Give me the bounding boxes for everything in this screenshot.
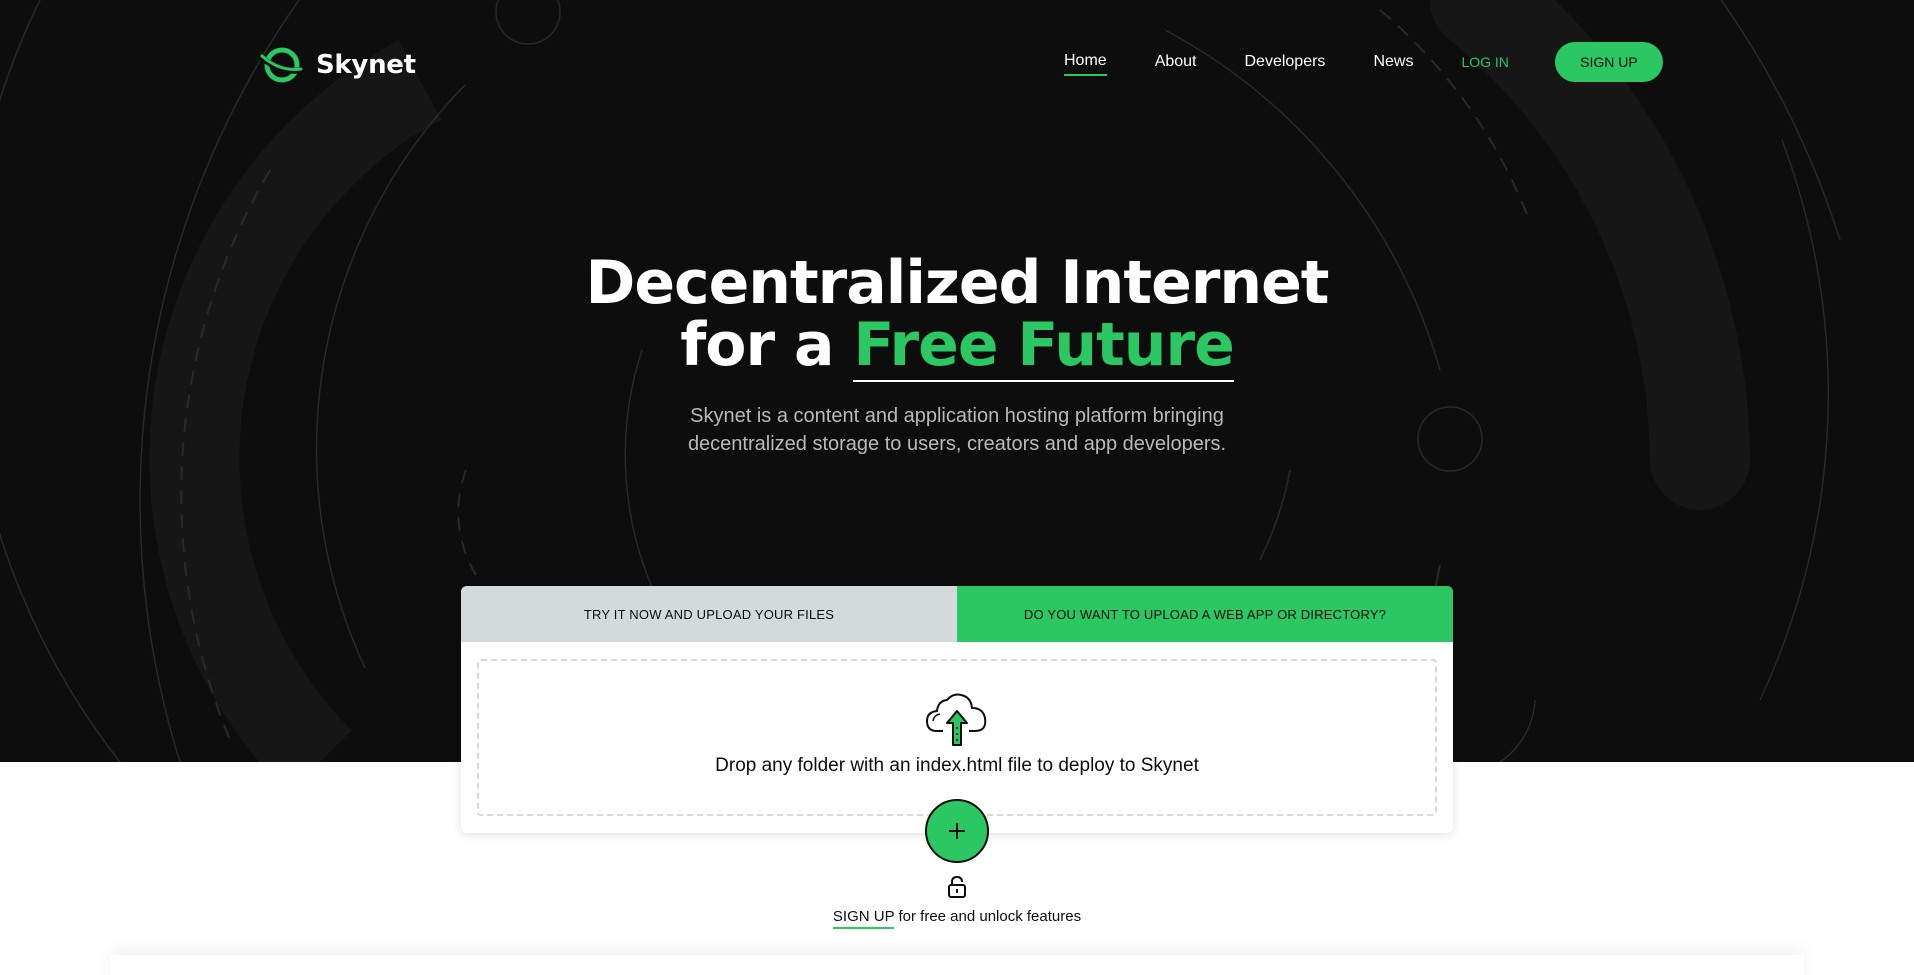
headline-line-1: Decentralized Internet [585, 248, 1330, 318]
main-nav: Home About Developers News LOG IN SIGN U… [1064, 42, 1663, 82]
hero-subtitle: Skynet is a content and application host… [687, 405, 1227, 455]
signup-prompt-link[interactable]: SIGN UP [832, 908, 895, 929]
signup-prompt-text: for free and unlock features [894, 908, 1082, 925]
plus-icon [949, 823, 965, 839]
cloud-upload-icon [926, 693, 987, 746]
hero-headline: Decentralized Internet for a Free Future [0, 252, 1914, 382]
upload-tabs: TRY IT NOW AND UPLOAD YOUR FILES DO YOU … [461, 586, 1453, 642]
headline-accent: Free Future [853, 310, 1235, 382]
drop-zone[interactable]: Drop any folder with an index.html file … [477, 659, 1437, 816]
login-link[interactable]: LOG IN [1461, 54, 1508, 74]
upload-card: TRY IT NOW AND UPLOAD YOUR FILES DO YOU … [461, 586, 1453, 833]
signup-button[interactable]: SIGN UP [1554, 42, 1663, 82]
nav-news[interactable]: News [1373, 53, 1413, 75]
nav-about[interactable]: About [1155, 53, 1197, 75]
headline-line-2-prefix: for a [680, 310, 854, 380]
unlock-icon [948, 876, 966, 898]
tab-upload-webapp[interactable]: DO YOU WANT TO UPLOAD A WEB APP OR DIREC… [957, 586, 1453, 642]
signup-prompt: SIGN UP for free and unlock features [0, 908, 1914, 929]
skynet-logo-icon [258, 47, 303, 83]
tab-upload-files[interactable]: TRY IT NOW AND UPLOAD YOUR FILES [461, 586, 957, 642]
brand-name: Skynet [316, 50, 416, 80]
nav-developers[interactable]: Developers [1245, 53, 1326, 75]
next-section-edge [110, 955, 1804, 975]
skynet-logo[interactable]: Skynet [258, 44, 416, 86]
nav-home[interactable]: Home [1064, 52, 1107, 76]
drop-zone-text: Drop any folder with an index.html file … [715, 755, 1199, 776]
add-button[interactable] [925, 799, 989, 863]
